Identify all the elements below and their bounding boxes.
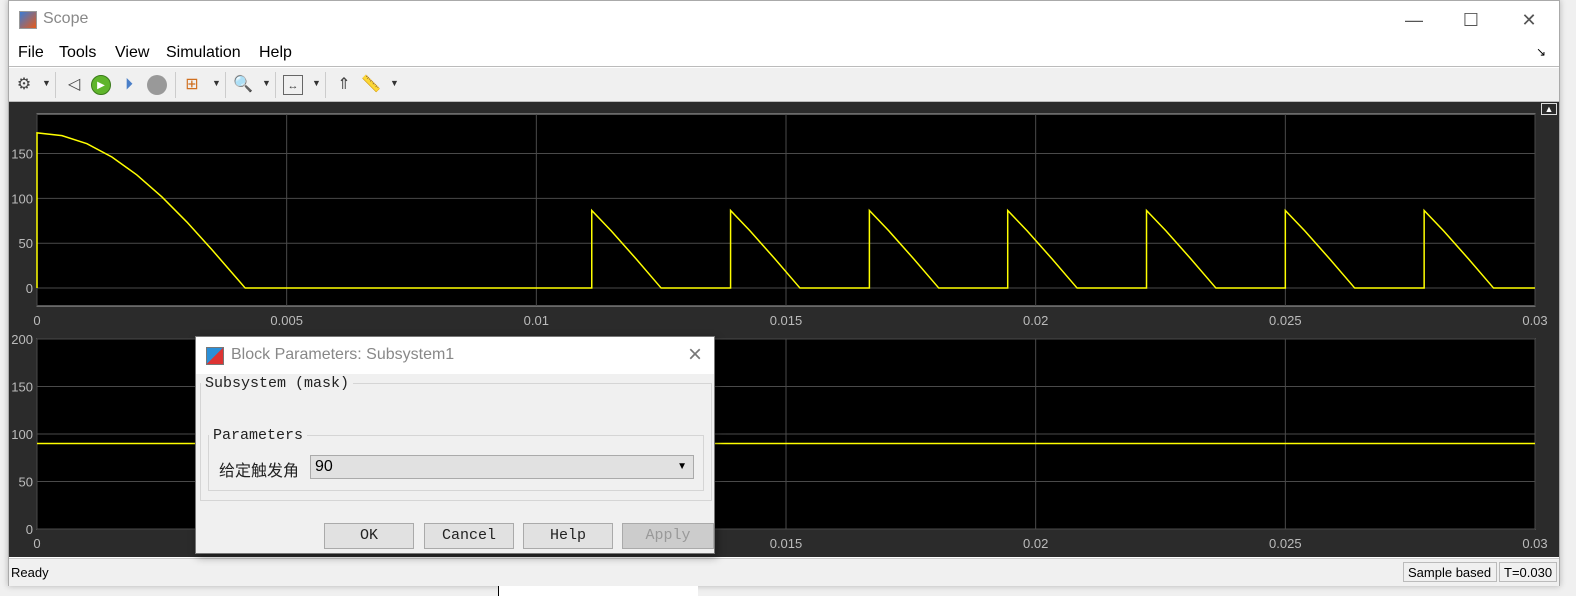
undock-plot-icon[interactable]: ▲: [1541, 103, 1557, 115]
y-tick-label: 150: [11, 146, 33, 161]
dialog-title-bar: Block Parameters: Subsystem1 ×: [196, 337, 714, 374]
parameters-group-label: Parameters: [213, 427, 304, 444]
y-tick-label: 50: [19, 475, 33, 490]
dialog-close-button[interactable]: ×: [688, 341, 702, 369]
menu-help[interactable]: Help: [259, 44, 292, 62]
block-parameters-dialog: Block Parameters: Subsystem1 × Subsystem…: [195, 336, 715, 554]
x-tick-label: 0.01: [524, 313, 549, 328]
x-tick-label: 0.015: [770, 536, 803, 551]
menu-bar: File Tools View Simulation Help ↘: [9, 39, 1559, 67]
y-tick-label: 0: [26, 522, 33, 537]
matlab-logo-icon: [19, 11, 37, 29]
menu-simulation[interactable]: Simulation: [166, 44, 241, 62]
status-text: Ready: [11, 565, 49, 580]
simulink-block-icon: [206, 347, 224, 365]
sim-time: T=0.030: [1499, 562, 1557, 582]
x-tick-label: 0.03: [1522, 313, 1547, 328]
mask-group-label: Subsystem (mask): [205, 375, 350, 392]
x-tick-label: 0.025: [1269, 313, 1302, 328]
status-bar: Ready Sample based T=0.030: [9, 558, 1559, 586]
y-tick-label: 100: [11, 427, 33, 442]
x-tick-label: 0.03: [1522, 536, 1547, 551]
firing-angle-label: 给定触发角: [219, 463, 300, 480]
menu-tools[interactable]: Tools: [59, 44, 96, 62]
minimize-button[interactable]: —: [1399, 7, 1429, 33]
maximize-button[interactable]: ☐: [1456, 7, 1486, 33]
window-title: Scope: [43, 10, 89, 27]
scale-axes-icon[interactable]: ↔: [283, 75, 303, 95]
firing-angle-select[interactable]: 90 ▼: [310, 455, 694, 479]
x-tick-label: 0: [33, 536, 40, 551]
apply-button[interactable]: Apply: [622, 523, 714, 549]
x-tick-label: 0.015: [770, 313, 803, 328]
x-tick-label: 0.02: [1023, 536, 1048, 551]
signal-hierarchy-icon[interactable]: ⊞: [182, 75, 202, 95]
x-tick-label: 0.005: [270, 313, 303, 328]
zoom-in-icon[interactable]: 🔍: [233, 75, 253, 95]
run-icon[interactable]: ▶: [91, 75, 111, 95]
step-forward-icon[interactable]: ⏵: [119, 75, 139, 95]
y-tick-label: 100: [11, 191, 33, 206]
y-tick-label: 50: [19, 236, 33, 251]
measurements-icon[interactable]: 📏: [361, 75, 381, 95]
y-tick-label: 150: [11, 380, 33, 395]
y-tick-label: 200: [11, 332, 33, 347]
y-tick-label: 0: [26, 281, 33, 296]
undock-icon[interactable]: ↘: [1536, 45, 1546, 59]
x-tick-label: 0.025: [1269, 536, 1302, 551]
cancel-button[interactable]: Cancel: [424, 523, 514, 549]
chevron-down-icon: ▼: [677, 461, 687, 472]
stop-icon[interactable]: [147, 75, 167, 95]
gear-icon[interactable]: ⚙: [14, 75, 34, 95]
menu-file[interactable]: File: [18, 44, 44, 62]
title-bar: Scope — ☐ ✕: [9, 1, 1559, 39]
sample-mode: Sample based: [1403, 562, 1497, 582]
step-back-icon[interactable]: ◁: [64, 75, 84, 95]
menu-view[interactable]: View: [115, 44, 149, 62]
triggers-icon[interactable]: ⇑: [334, 75, 354, 95]
help-button[interactable]: Help: [523, 523, 613, 549]
x-tick-label: 0: [33, 313, 40, 328]
close-button[interactable]: ✕: [1514, 7, 1544, 33]
dialog-title: Block Parameters: Subsystem1: [231, 346, 455, 363]
x-tick-label: 0.02: [1023, 313, 1048, 328]
ok-button[interactable]: OK: [324, 523, 414, 549]
background-model-canvas: [498, 586, 698, 596]
toolbar: ⚙ ▼ ◁ ▶ ⏵ ⊞ ▼ 🔍 ▼ ↔ ▼ ⇑ 📏 ▼: [9, 68, 1559, 102]
firing-angle-value: 90: [315, 458, 333, 475]
